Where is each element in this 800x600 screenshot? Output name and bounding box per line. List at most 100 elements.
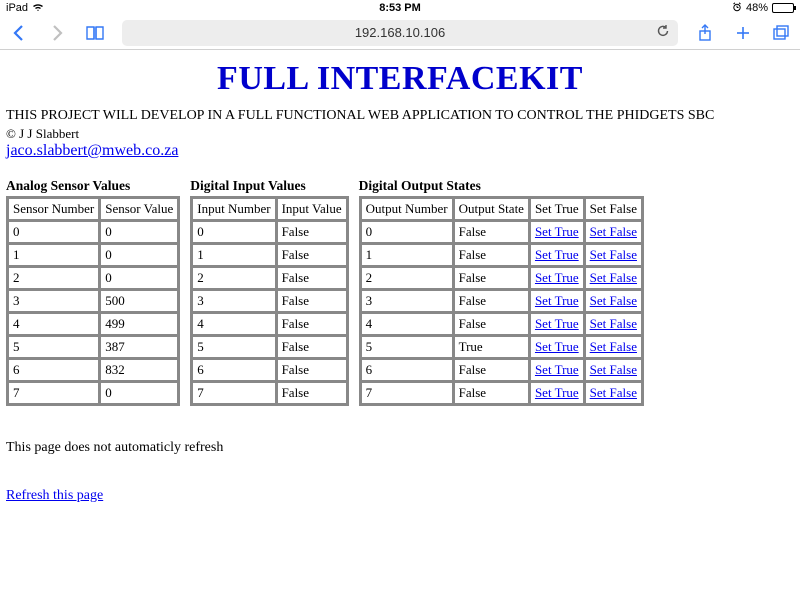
set-true-link[interactable]: Set True (535, 293, 579, 308)
input-value: False (277, 359, 347, 381)
set-false-link[interactable]: Set False (590, 385, 637, 400)
table-row: 6 832 (8, 359, 178, 381)
table-row: 1 0 (8, 244, 178, 266)
sensor-number: 5 (8, 336, 99, 358)
set-true-link[interactable]: Set True (535, 339, 579, 354)
table-row: 0 0 (8, 221, 178, 243)
sensor-value: 499 (100, 313, 178, 335)
analog-block: Analog Sensor Values Sensor Number Senso… (6, 178, 180, 406)
input-value: False (277, 336, 347, 358)
status-time: 8:53 PM (0, 2, 800, 14)
sensor-value: 0 (100, 244, 178, 266)
digital-out-table: Output Number Output State Set True Set … (359, 196, 644, 406)
set-true-link[interactable]: Set True (535, 247, 579, 262)
address-bar[interactable]: 192.168.10.106 (122, 20, 678, 46)
set-false-link[interactable]: Set False (590, 362, 637, 377)
output-state: False (454, 267, 529, 289)
digital-out-col3: Set True (530, 198, 584, 220)
status-bar: iPad 8:53 PM 48% (0, 0, 800, 16)
sensor-value: 387 (100, 336, 178, 358)
digital-out-title: Digital Output States (359, 178, 644, 194)
set-false-link[interactable]: Set False (590, 270, 637, 285)
input-value: False (277, 221, 347, 243)
set-false-link[interactable]: Set False (590, 316, 637, 331)
input-number: 6 (192, 359, 275, 381)
analog-col2: Sensor Value (100, 198, 178, 220)
sensor-number: 7 (8, 382, 99, 404)
digital-in-table: Input Number Input Value 0 False 1 False… (190, 196, 348, 406)
sensor-value: 832 (100, 359, 178, 381)
refresh-link[interactable]: Refresh this page (6, 488, 103, 504)
input-number: 7 (192, 382, 275, 404)
sensor-value: 0 (100, 221, 178, 243)
output-state: False (454, 290, 529, 312)
set-true-link[interactable]: Set True (535, 270, 579, 285)
table-row: 5 False (192, 336, 346, 358)
output-state: False (454, 244, 529, 266)
table-row: 2 False (192, 267, 346, 289)
input-number: 3 (192, 290, 275, 312)
set-true-link[interactable]: Set True (535, 362, 579, 377)
battery-icon (772, 3, 794, 13)
set-true-link[interactable]: Set True (535, 224, 579, 239)
sensor-number: 4 (8, 313, 99, 335)
input-value: False (277, 290, 347, 312)
analog-title: Analog Sensor Values (6, 178, 180, 194)
footer-note: This page does not automaticly refresh (6, 440, 794, 456)
forward-button[interactable] (46, 22, 68, 44)
input-number: 4 (192, 313, 275, 335)
analog-table: Sensor Number Sensor Value 0 0 1 0 2 0 3… (6, 196, 180, 406)
input-number: 5 (192, 336, 275, 358)
digital-out-block: Digital Output States Output Number Outp… (359, 178, 644, 406)
digital-out-rows: 0 False Set True Set False 1 False Set T… (361, 221, 642, 404)
set-false-link[interactable]: Set False (590, 293, 637, 308)
set-true-link[interactable]: Set True (535, 316, 579, 331)
set-false-link[interactable]: Set False (590, 247, 637, 262)
intro-text: THIS PROJECT WILL DEVELOP IN A FULL FUNC… (6, 108, 794, 124)
output-number: 1 (361, 244, 453, 266)
output-number: 6 (361, 359, 453, 381)
output-state: False (454, 313, 529, 335)
page-title: FULL INTERFACEKIT (6, 60, 794, 98)
output-state: True (454, 336, 529, 358)
digital-in-title: Digital Input Values (190, 178, 348, 194)
page-content: FULL INTERFACEKIT THIS PROJECT WILL DEVE… (0, 50, 800, 508)
share-button[interactable] (694, 22, 716, 44)
output-number: 2 (361, 267, 453, 289)
table-row: 4 False (192, 313, 346, 335)
table-row: 7 False (192, 382, 346, 404)
input-value: False (277, 244, 347, 266)
sensor-number: 3 (8, 290, 99, 312)
table-row: 3 500 (8, 290, 178, 312)
email-link[interactable]: jaco.slabbert@mweb.co.za (6, 142, 178, 159)
table-row: 5 387 (8, 336, 178, 358)
table-row: 7 False Set True Set False (361, 382, 642, 404)
digital-out-col4: Set False (585, 198, 642, 220)
new-tab-button[interactable] (732, 22, 754, 44)
digital-out-col1: Output Number (361, 198, 453, 220)
reload-icon[interactable] (656, 24, 670, 41)
tabs-button[interactable] (770, 22, 792, 44)
sensor-number: 1 (8, 244, 99, 266)
table-row: 0 False Set True Set False (361, 221, 642, 243)
table-row: 0 False (192, 221, 346, 243)
output-number: 0 (361, 221, 453, 243)
set-true-link[interactable]: Set True (535, 385, 579, 400)
table-row: 5 True Set True Set False (361, 336, 642, 358)
output-number: 4 (361, 313, 453, 335)
set-false-link[interactable]: Set False (590, 339, 637, 354)
battery-percent: 48% (746, 2, 768, 14)
alarm-icon (732, 2, 742, 15)
table-row: 6 False Set True Set False (361, 359, 642, 381)
output-number: 3 (361, 290, 453, 312)
bookmarks-button[interactable] (84, 22, 106, 44)
output-state: False (454, 359, 529, 381)
set-false-link[interactable]: Set False (590, 224, 637, 239)
back-button[interactable] (8, 22, 30, 44)
digital-in-col1: Input Number (192, 198, 275, 220)
analog-col1: Sensor Number (8, 198, 99, 220)
table-row: 4 False Set True Set False (361, 313, 642, 335)
input-number: 1 (192, 244, 275, 266)
copyright-text: © J J Slabbert (6, 126, 794, 142)
sensor-number: 2 (8, 267, 99, 289)
